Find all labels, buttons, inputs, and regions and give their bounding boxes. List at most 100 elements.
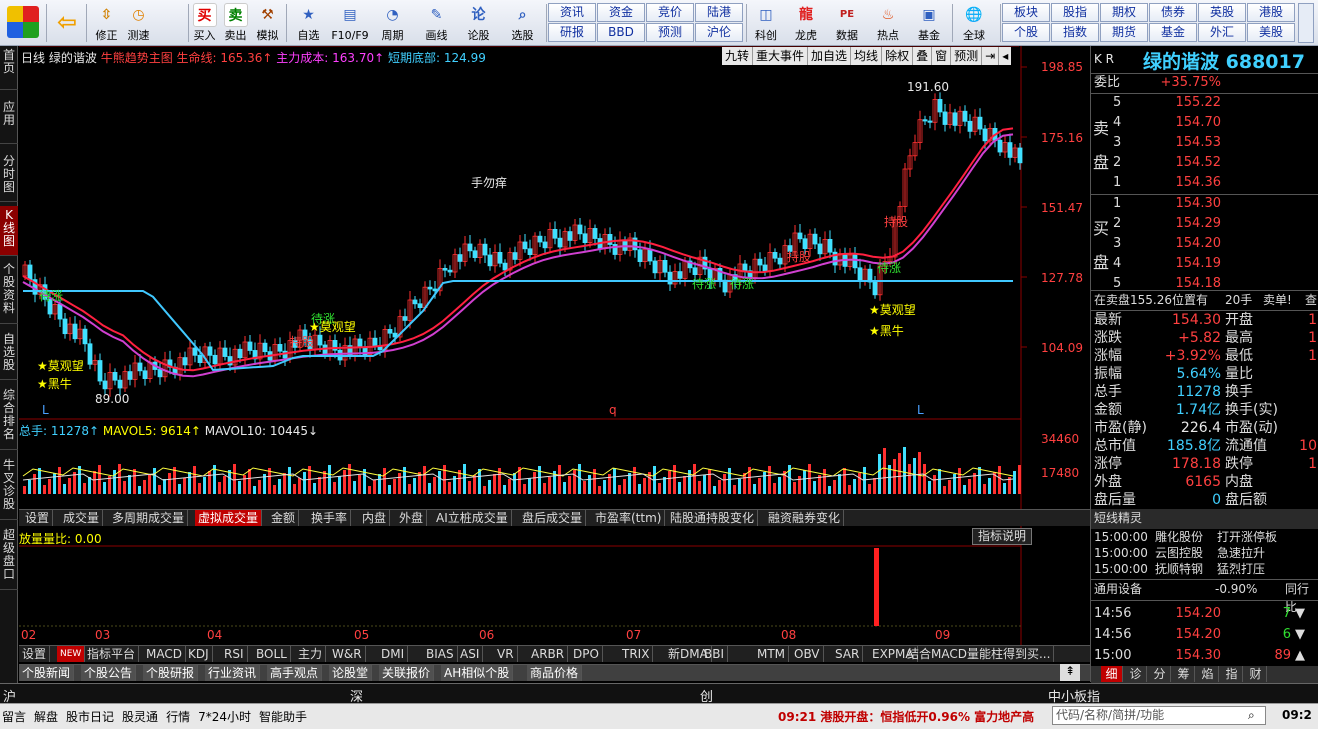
indicator-tab[interactable]: BBI <box>701 646 729 662</box>
sell-level-row[interactable]: 2 154.52 <box>1091 154 1318 174</box>
forecast-link[interactable]: 预测 <box>646 23 694 42</box>
hk-connect-link[interactable]: 陆港 <box>695 3 743 22</box>
auction-link[interactable]: 竞价 <box>646 3 694 22</box>
jingling-row[interactable]: 15:00:00 雕化股份 打开涨停板 <box>1091 529 1318 545</box>
nav-super-level[interactable]: 超级盘口 <box>0 526 18 590</box>
draw-button[interactable]: ✎ 画线 <box>420 2 453 44</box>
global-button[interactable]: 🌐 全球 <box>956 2 992 44</box>
ex-rights-button[interactable]: 除权 <box>882 47 914 65</box>
buy-level-row[interactable]: 1 154.30 <box>1091 195 1318 215</box>
info-tab[interactable]: 个股公告 <box>81 665 137 681</box>
jingling-row[interactable]: 15:00:00 云图控股 急速拉升 <box>1091 545 1318 561</box>
collapse-icon[interactable]: ◂ <box>999 47 1011 65</box>
quote-tab[interactable]: 指 <box>1221 666 1243 682</box>
info-tab[interactable]: AH相似个股 <box>441 665 514 681</box>
info-tab[interactable]: 商品价格 <box>527 665 583 681</box>
tab-volume[interactable]: 成交量 <box>60 510 104 526</box>
simulate-button[interactable]: ⚒ 模拟 <box>251 2 284 44</box>
sell-level-row[interactable]: 5 155.22 <box>1091 94 1318 114</box>
forex-link[interactable]: 外汇 <box>1198 23 1246 42</box>
back-button[interactable]: ⇦ <box>52 2 82 44</box>
ma-button[interactable]: 均线 <box>851 47 883 65</box>
nav-timeshare[interactable]: 分时图 <box>0 152 18 202</box>
tab-hk-holding[interactable]: 陆股通持股变化 <box>667 510 759 526</box>
sector-link[interactable]: 板块 <box>1002 3 1050 22</box>
info-tab[interactable]: 个股新闻 <box>19 665 75 681</box>
tab-outer[interactable]: 外盘 <box>396 510 428 526</box>
shanghai-london-link[interactable]: 沪伦 <box>695 23 743 42</box>
indicator-tab[interactable]: 结合MACD量能柱得到买... <box>904 646 1055 662</box>
stock-pick-button[interactable]: ⌕ 选股 <box>506 2 539 44</box>
indicator-tab[interactable]: ASI <box>457 646 484 662</box>
bonds-link[interactable]: 债券 <box>1149 3 1197 22</box>
kline-chart[interactable] <box>19 46 1090 646</box>
tab-ai-volume[interactable]: AI立桩成交量 <box>433 510 512 526</box>
tab-turnover[interactable]: 换手率 <box>308 510 352 526</box>
status-item[interactable]: 解盘 <box>34 710 58 724</box>
tab-settings[interactable]: 设置 <box>22 510 54 526</box>
expand-icon[interactable]: ⇥ <box>982 47 1000 65</box>
indicator-tab[interactable]: BIAS <box>423 646 458 662</box>
jingling-row[interactable]: 15:00:00 抚顺特钢 猛烈打压 <box>1091 561 1318 577</box>
funds-link[interactable]: 基金 <box>1149 23 1197 42</box>
speedtest-button[interactable]: ◷ 测速 <box>122 2 155 44</box>
nav-ranking[interactable]: 综合排名 <box>0 386 18 450</box>
indicator-tab[interactable]: KDJ <box>185 646 213 662</box>
info-tab[interactable]: 论股堂 <box>329 665 373 681</box>
f10-button[interactable]: ▤ F10/F9 <box>330 2 370 44</box>
fix-button[interactable]: ⇳ 修正 <box>90 2 123 44</box>
indicator-tab[interactable]: BOLL <box>253 646 291 662</box>
research-link[interactable]: 研报 <box>548 23 596 42</box>
tab-multi-volume[interactable]: 多周期成交量 <box>109 510 189 526</box>
us-stocks-link[interactable]: 美股 <box>1247 23 1295 42</box>
sell-level-row[interactable]: 3 154.53 <box>1091 134 1318 154</box>
tab-afterhours[interactable]: 盘后成交量 <box>519 510 587 526</box>
buy-level-row[interactable]: 3 154.20 <box>1091 235 1318 255</box>
info-tab[interactable]: 个股研报 <box>143 665 199 681</box>
indicator-tab[interactable]: MACD <box>143 646 186 662</box>
status-item[interactable]: 行情 <box>166 710 190 724</box>
indicator-tab[interactable]: 指标平台 <box>84 646 140 662</box>
tab-pe[interactable]: 市盈率(ttm) <box>592 510 666 526</box>
indicator-tab[interactable]: ARBR <box>528 646 569 662</box>
indicator-tab[interactable]: MTM <box>754 646 790 662</box>
add-watch-button[interactable]: 加自选 <box>808 47 852 65</box>
options-link[interactable]: 期权 <box>1100 3 1148 22</box>
status-item[interactable]: 股市日记 <box>66 710 114 724</box>
fund-button[interactable]: ▣ 基金 <box>911 2 947 44</box>
buy-level-row[interactable]: 2 154.29 <box>1091 215 1318 235</box>
data-button[interactable]: PE 数据 <box>829 2 865 44</box>
stocks-link[interactable]: 个股 <box>1002 23 1050 42</box>
indicator-help-button[interactable]: 指标说明 <box>972 528 1032 545</box>
indicator-tab[interactable]: 主力 <box>295 646 327 662</box>
nine-turn-button[interactable]: 九转 <box>722 47 754 65</box>
nav-home[interactable]: 首页 <box>0 46 18 90</box>
status-item[interactable]: 股灵通 <box>122 710 158 724</box>
window-button[interactable]: 窗 <box>932 47 952 65</box>
forecast-button[interactable]: 预测 <box>951 47 983 65</box>
futures-link[interactable]: 期货 <box>1100 23 1148 42</box>
buy-button[interactable]: 买买入 <box>188 2 221 44</box>
watchlist-button[interactable]: ★ 自选 <box>292 2 325 44</box>
nav-diagnosis[interactable]: 牛叉诊股 <box>0 456 18 520</box>
quote-tab[interactable]: 筹 <box>1173 666 1195 682</box>
collapse-up-icon[interactable]: ⇞ <box>1060 664 1080 681</box>
info-tab[interactable]: 高手观点 <box>267 665 323 681</box>
sell-button[interactable]: 卖卖出 <box>219 2 252 44</box>
tab-inner[interactable]: 内盘 <box>359 510 391 526</box>
nav-apps[interactable]: 应用 <box>0 98 18 144</box>
fund-flow-link[interactable]: 资金 <box>597 3 645 22</box>
indicator-tab[interactable]: OBV <box>791 646 824 662</box>
hk-stocks-link[interactable]: 港股 <box>1247 3 1295 22</box>
indicator-tab[interactable]: VR <box>494 646 518 662</box>
app-logo[interactable] <box>4 2 42 44</box>
events-button[interactable]: 重大事件 <box>753 47 809 65</box>
quote-tab[interactable]: 诊 <box>1125 666 1147 682</box>
info-tab[interactable]: 行业资讯 <box>205 665 261 681</box>
indicator-tab[interactable]: NEW <box>57 646 86 662</box>
dragon-tiger-button[interactable]: 龍龙虎 <box>788 2 824 44</box>
quote-tab[interactable]: 细 <box>1101 666 1123 682</box>
indicator-tab[interactable]: SAR <box>832 646 864 662</box>
sell-level-row[interactable]: 4 154.70 <box>1091 114 1318 134</box>
status-item[interactable]: 智能助手 <box>259 710 307 724</box>
